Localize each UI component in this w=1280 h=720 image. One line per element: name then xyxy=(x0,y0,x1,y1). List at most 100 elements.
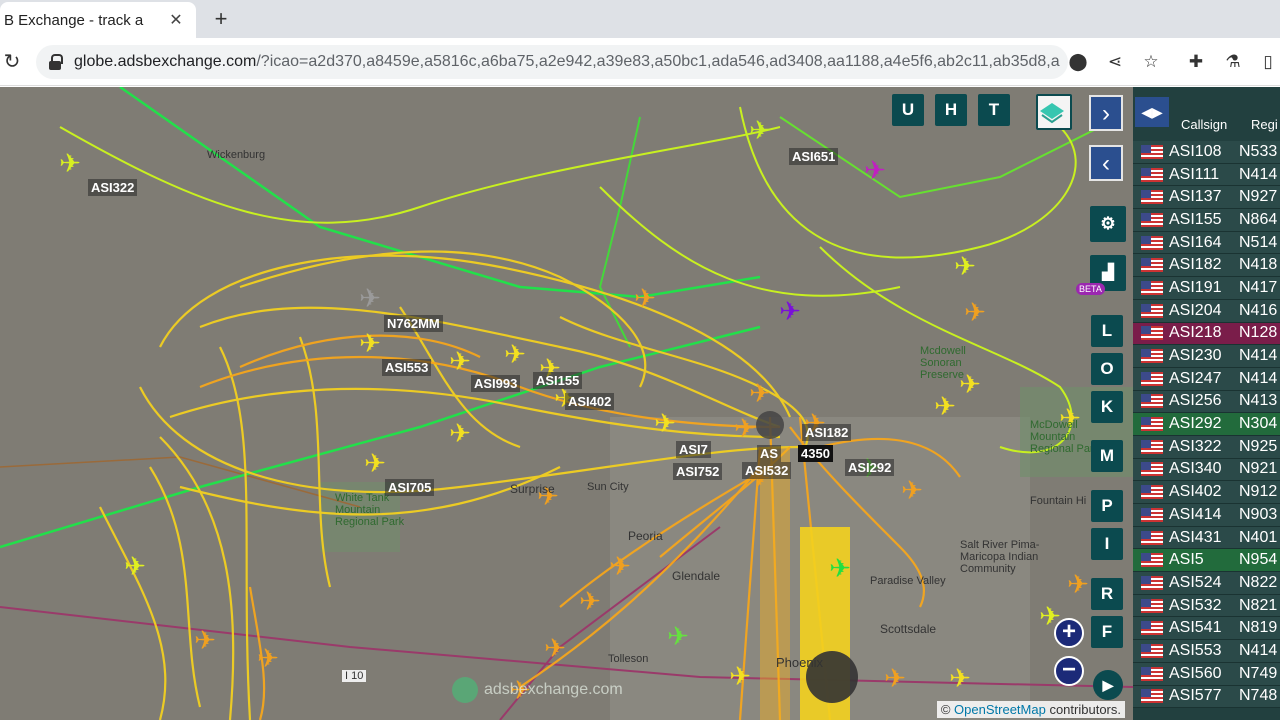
table-row[interactable]: ASI553 N414 xyxy=(1133,640,1280,663)
i-toggle-button[interactable]: I xyxy=(1091,528,1123,560)
aircraft-label[interactable]: ASI553 xyxy=(382,359,432,376)
registration-cell: N418 xyxy=(1239,256,1278,274)
replay-icon[interactable]: ▶ xyxy=(1093,670,1123,700)
extensions-icon[interactable]: ✚ xyxy=(1184,50,1208,74)
p-toggle-button[interactable]: P xyxy=(1091,490,1123,522)
u-toggle-button[interactable]: U xyxy=(892,94,924,126)
place-label: Fountain Hi xyxy=(1030,495,1087,507)
chevron-left-icon[interactable]: ‹ xyxy=(1089,145,1123,181)
svg-text:✈: ✈ xyxy=(749,115,771,145)
aircraft-label[interactable]: ASI532 xyxy=(742,462,792,479)
labs-flask-icon[interactable]: ⚗ xyxy=(1221,50,1245,74)
zoom-in-button[interactable]: + xyxy=(1054,618,1084,648)
svg-text:✈: ✈ xyxy=(954,251,976,281)
callsign-cell: ASI137 xyxy=(1169,188,1222,206)
zoom-out-button[interactable]: − xyxy=(1054,656,1084,686)
address-bar[interactable]: globe.adsbexchange.com /?icao=a2d370,a84… xyxy=(36,45,1068,79)
registration-cell: N864 xyxy=(1239,210,1278,228)
table-row[interactable]: ASI111 N414 xyxy=(1133,163,1280,187)
svg-text:✈: ✈ xyxy=(949,663,971,693)
table-row[interactable]: ASI340 N921 xyxy=(1133,458,1280,482)
aircraft-label[interactable]: ASI651 xyxy=(789,148,839,165)
chevron-right-icon[interactable]: › xyxy=(1089,95,1123,131)
us-flag-icon xyxy=(1141,235,1163,250)
reload-icon[interactable]: ↻ xyxy=(0,50,24,74)
aircraft-label[interactable]: ASI993 xyxy=(471,375,521,392)
highway-shield: I 10 xyxy=(342,670,367,682)
table-row[interactable]: ASI5 N954 xyxy=(1133,549,1280,573)
aircraft-label[interactable]: ASI182 xyxy=(802,424,852,441)
new-tab-icon[interactable]: + xyxy=(208,6,234,32)
callsign-cell: ASI182 xyxy=(1169,256,1222,274)
close-tab-icon[interactable]: ✕ xyxy=(166,10,186,30)
table-row[interactable]: ASI560 N749 xyxy=(1133,662,1280,686)
lock-icon[interactable] xyxy=(48,54,63,70)
table-row[interactable]: ASI182 N418 xyxy=(1133,254,1280,278)
settings-gear-icon[interactable]: ⚙ xyxy=(1090,206,1126,242)
table-row[interactable]: ASI204 N416 xyxy=(1133,299,1280,323)
bookmark-star-icon[interactable]: ☆ xyxy=(1139,50,1163,74)
svg-text:✈: ✈ xyxy=(544,633,566,663)
registration-cell: N417 xyxy=(1239,278,1278,296)
registration-cell: N401 xyxy=(1239,528,1278,546)
k-toggle-button[interactable]: K xyxy=(1091,391,1123,423)
aircraft-label[interactable]: ASI292 xyxy=(845,459,895,476)
share-icon[interactable]: ⋖ xyxy=(1103,50,1127,74)
place-label: Mcdowell Sonoran Preserve xyxy=(920,345,966,381)
table-row[interactable]: ASI322 N925 xyxy=(1133,435,1280,459)
table-row[interactable]: ASI247 N414 xyxy=(1133,367,1280,391)
table-row[interactable]: ASI137 N927 xyxy=(1133,186,1280,210)
l-toggle-button[interactable]: L xyxy=(1091,315,1123,347)
table-row[interactable]: ASI230 N414 xyxy=(1133,345,1280,368)
aircraft-label[interactable]: ASI7 xyxy=(676,441,711,458)
table-row[interactable]: ASI532 N821 xyxy=(1133,594,1280,618)
table-row[interactable]: ASI191 N417 xyxy=(1133,277,1280,300)
table-row[interactable]: ASI402 N912 xyxy=(1133,481,1280,504)
side-panel-icon[interactable]: ▯ xyxy=(1256,50,1280,74)
browser-tab[interactable]: B Exchange - track a ✕ xyxy=(0,2,196,38)
aircraft-label[interactable]: ASI752 xyxy=(673,463,723,480)
aircraft-label[interactable]: ASI155 xyxy=(533,372,583,389)
aircraft-label[interactable]: N762MM xyxy=(384,315,443,332)
table-row[interactable]: ASI108 N533 xyxy=(1133,141,1280,164)
column-header-callsign[interactable]: Callsign xyxy=(1181,117,1227,132)
table-row[interactable]: ASI155 N864 xyxy=(1133,209,1280,232)
aircraft-label[interactable]: ASI402 xyxy=(565,393,615,410)
table-row[interactable]: ASI431 N401 xyxy=(1133,526,1280,550)
table-row[interactable]: ASI292 N304 xyxy=(1133,413,1280,436)
o-toggle-button[interactable]: O xyxy=(1091,353,1123,385)
svg-text:✈: ✈ xyxy=(579,586,601,616)
table-row[interactable]: ASI256 N413 xyxy=(1133,390,1280,414)
callsign-cell: ASI524 xyxy=(1169,573,1222,591)
svg-text:✈: ✈ xyxy=(749,378,771,408)
r-toggle-button[interactable]: R xyxy=(1091,578,1123,610)
table-row[interactable]: ASI541 N819 xyxy=(1133,617,1280,641)
aircraft-label[interactable]: AS xyxy=(757,445,782,462)
table-row[interactable]: ASI164 N514 xyxy=(1133,231,1280,255)
svg-text:✈: ✈ xyxy=(59,148,81,178)
aircraft-label[interactable]: ASI705 xyxy=(385,479,435,496)
m-toggle-button[interactable]: M xyxy=(1091,440,1123,472)
expand-panel-icon[interactable]: ◀▶ xyxy=(1135,97,1169,127)
column-header-registration[interactable]: Regi xyxy=(1251,117,1278,132)
aircraft-label[interactable]: ASI322 xyxy=(88,179,138,196)
table-row[interactable]: ASI218 N128 xyxy=(1133,322,1280,346)
layers-icon[interactable] xyxy=(1036,94,1072,130)
osm-link[interactable]: OpenStreetMap xyxy=(954,702,1046,717)
flight-map[interactable]: ✈ ✈ ✈ ✈ ✈ ✈ ✈ ✈ ✈ ✈ ✈ ✈ ✈ ✈ ✈ ✈ ✈ ✈ ✈ ✈ … xyxy=(0,87,1133,720)
table-row[interactable]: ASI524 N822 xyxy=(1133,572,1280,595)
location-icon[interactable]: ⬤ xyxy=(1066,50,1090,74)
place-label: Scottsdale xyxy=(880,622,937,636)
aircraft-label[interactable]: 4350 xyxy=(798,445,833,462)
map-attribution: © OpenStreetMap contributors. xyxy=(936,701,1125,718)
t-toggle-button[interactable]: T xyxy=(978,94,1010,126)
us-flag-icon xyxy=(1141,280,1163,295)
callsign-cell: ASI204 xyxy=(1169,301,1222,319)
table-row[interactable]: ASI577 N748 xyxy=(1133,685,1280,709)
h-toggle-button[interactable]: H xyxy=(935,94,967,126)
callsign-cell: ASI541 xyxy=(1169,619,1222,637)
table-row[interactable]: ASI414 N903 xyxy=(1133,504,1280,527)
tab-title: B Exchange - track a xyxy=(4,11,144,29)
us-flag-icon xyxy=(1141,462,1163,477)
f-toggle-button[interactable]: F xyxy=(1091,616,1123,648)
